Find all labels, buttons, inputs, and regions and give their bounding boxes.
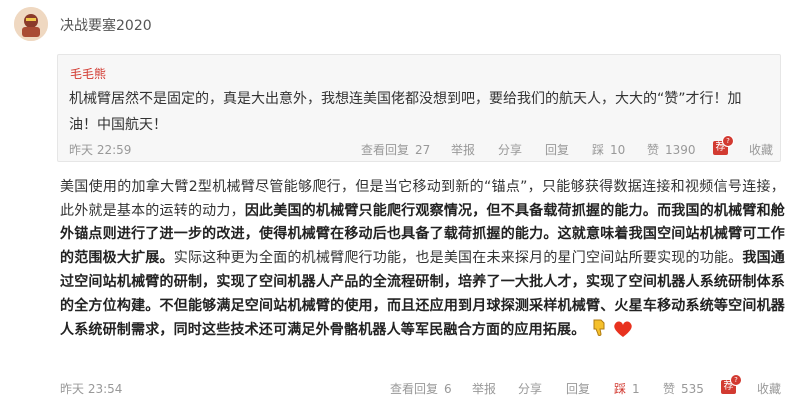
quote-text: 机械臂居然不是固定的，真是大出意外，我想连美国佬都没想到吧，要给我们的航天人，大…	[69, 91, 742, 133]
post-view-replies-button[interactable]: 查看回复 6	[390, 380, 452, 397]
quote-like-button[interactable]: 赞 1390	[647, 141, 696, 158]
post-body: 美国使用的加拿大臂2型机械臂尽管能够爬行，但是当它移动到新的“锚点”，只能够获得…	[60, 176, 785, 347]
post-collect-button[interactable]: 收藏	[757, 380, 781, 397]
post-share-button[interactable]: 分享	[518, 380, 542, 397]
quote-gift-icon[interactable]: 荐 ?	[713, 135, 734, 155]
quote-actions: 昨天 22:59 查看回复 27 举报 分享 回复 踩 10 赞 1390 荐 ? 收…	[69, 135, 775, 158]
post-report-button[interactable]: 举报	[472, 380, 496, 397]
post-dislike-button[interactable]: 踩1	[614, 380, 640, 397]
post-timestamp: 昨天 23:54	[60, 382, 123, 396]
avatar[interactable]	[14, 7, 48, 41]
thumbs-down-emoji-icon	[589, 318, 609, 347]
quote-view-replies-button[interactable]: 查看回复 27	[361, 141, 430, 158]
quote-timestamp: 昨天 22:59	[69, 143, 132, 157]
quote-author[interactable]: 毛毛熊	[70, 65, 106, 82]
post-like-button[interactable]: 赞 535	[663, 380, 704, 397]
post-gift-icon[interactable]: 荐 ?	[721, 374, 742, 394]
quote-share-button[interactable]: 分享	[498, 141, 522, 158]
quote-reply-button[interactable]: 回复	[545, 141, 569, 158]
quoted-comment: 毛毛熊 机械臂居然不是固定的，真是大出意外，我想连美国佬都没想到吧，要给我们的航…	[57, 54, 781, 162]
quote-report-button[interactable]: 举报	[451, 141, 475, 158]
post-text-3: 实际这种更为全面的机械臂爬行功能，也是美国在未来探月的星门空间站所要实现的功能。	[173, 250, 743, 267]
gift-badge: ?	[722, 135, 734, 147]
post-reply-button[interactable]: 回复	[566, 380, 590, 397]
post-actions: 昨天 23:54 查看回复 6 举报 分享 回复 踩1 赞 535 荐 ? 收藏	[60, 374, 782, 398]
heart-emoji-icon	[613, 320, 633, 347]
quote-dislike-button[interactable]: 踩 10	[592, 141, 625, 158]
username[interactable]: 决战要塞2020	[60, 15, 152, 35]
gift-badge: ?	[730, 374, 742, 386]
quote-collect-button[interactable]: 收藏	[749, 141, 773, 158]
